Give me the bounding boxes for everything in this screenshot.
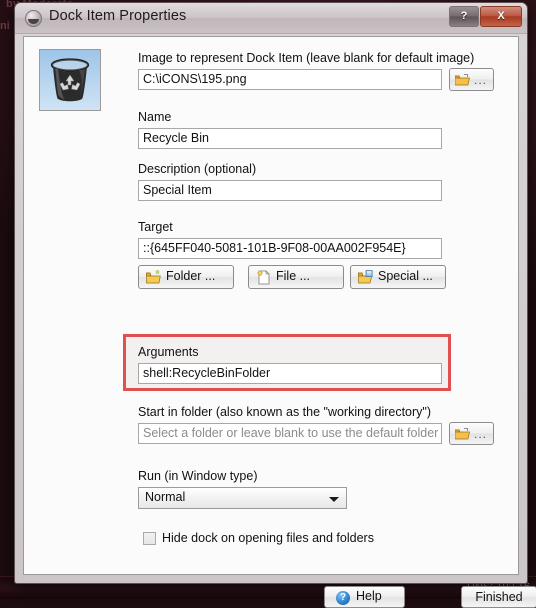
run-selected-value: Normal xyxy=(145,490,185,504)
arguments-input[interactable]: shell:RecycleBinFolder xyxy=(138,363,442,384)
hide-dock-checkbox[interactable] xyxy=(143,532,156,545)
image-browse-button[interactable]: ... xyxy=(449,68,494,91)
description-input[interactable]: Special Item xyxy=(138,180,442,201)
window-title: Dock Item Properties xyxy=(49,8,186,24)
folder-icon xyxy=(455,428,470,440)
name-input[interactable]: Recycle Bin xyxy=(138,128,442,149)
dock-app-icon xyxy=(25,10,42,27)
target-field-label: Target xyxy=(138,220,173,234)
icon-preview[interactable] xyxy=(39,49,101,111)
special-button-label: Special ... xyxy=(378,269,433,283)
arguments-field-label: Arguments xyxy=(138,345,198,359)
folder-button-label: Folder ... xyxy=(166,269,215,283)
image-field-label: Image to represent Dock Item (leave blan… xyxy=(138,51,474,65)
help-icon: ? xyxy=(336,591,350,605)
desktop-watermark-2: ni xyxy=(0,20,10,32)
special-folder-icon xyxy=(358,270,373,285)
recycle-bin-icon xyxy=(49,58,91,102)
hide-dock-checkbox-label: Hide dock on opening files and folders xyxy=(162,531,374,545)
start-in-folder-input[interactable]: Select a folder or leave blank to use th… xyxy=(138,423,442,444)
image-input[interactable]: C:\iCONS\195.png xyxy=(138,69,442,90)
folder-button[interactable]: Folder ... xyxy=(138,265,234,289)
name-field-label: Name xyxy=(138,110,171,124)
file-button-label: File ... xyxy=(276,269,310,283)
start-in-folder-browse-button[interactable]: ... xyxy=(449,422,494,445)
start-in-folder-label: Start in folder (also known as the "work… xyxy=(138,405,431,419)
run-field-label: Run (in Window type) xyxy=(138,469,258,483)
chevron-down-icon xyxy=(329,497,339,502)
folder-icon xyxy=(455,74,470,86)
finished-button[interactable]: Finished xyxy=(461,586,536,608)
start-in-folder-browse-dots: ... xyxy=(474,427,487,441)
run-window-type-select[interactable]: Normal xyxy=(138,487,347,509)
close-icon[interactable]: X xyxy=(480,6,522,27)
special-button[interactable]: Special ... xyxy=(350,265,446,289)
image-browse-dots: ... xyxy=(474,73,487,87)
window-titlebar[interactable]: Dock Item Properties ? X xyxy=(15,3,527,34)
file-button[interactable]: File ... xyxy=(248,265,344,289)
folder-icon xyxy=(146,270,161,285)
dialog-client-area: Image to represent Dock Item (leave blan… xyxy=(23,36,519,575)
titlebar-help-button[interactable]: ? xyxy=(449,6,479,27)
help-button[interactable]: ? Help xyxy=(324,586,405,608)
dock-item-properties-window: Dock Item Properties ? X Image to repres… xyxy=(14,2,528,584)
help-button-label: Help xyxy=(356,589,382,603)
file-icon xyxy=(256,270,271,285)
target-input[interactable]: ::{645FF040-5081-101B-9F08-00AA002F954E} xyxy=(138,238,442,259)
description-field-label: Description (optional) xyxy=(138,162,256,176)
